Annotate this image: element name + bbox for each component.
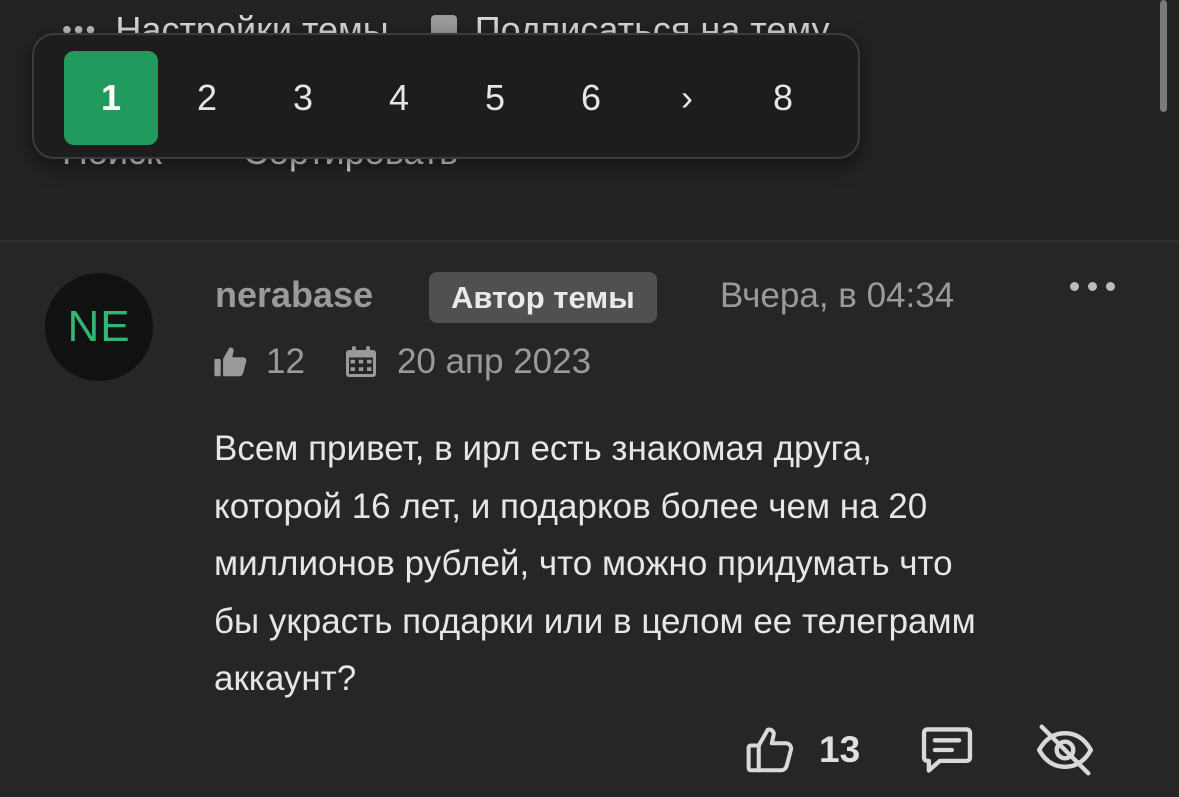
thumbs-up-filled-icon: [212, 343, 250, 381]
thumbs-up-outline-icon[interactable]: [743, 723, 797, 777]
message-square-icon[interactable]: [918, 721, 976, 779]
calendar-icon: [343, 343, 379, 381]
post-timestamp[interactable]: Вчера, в 04:34: [720, 276, 954, 316]
author-stats: 12 20 апр 2023: [212, 338, 591, 386]
avatar[interactable]: NE: [45, 273, 153, 381]
page-button-last[interactable]: 8: [736, 51, 830, 145]
pagination: 1 2 3 4 5 6 › 8: [32, 33, 860, 159]
page-button-4[interactable]: 4: [352, 51, 446, 145]
post-text-line: Всем привет, в ирл есть знакомая друга,: [214, 429, 872, 468]
registration-date: 20 апр 2023: [396, 342, 592, 381]
more-horizontal-icon[interactable]: [1070, 282, 1115, 291]
page-button-2[interactable]: 2: [160, 51, 254, 145]
post-header: nerabase Автор темы Вчера, в 04:34: [215, 272, 1155, 324]
post-text-line: аккаунт?: [214, 659, 357, 698]
page-button-3[interactable]: 3: [256, 51, 350, 145]
page-button-5[interactable]: 5: [448, 51, 542, 145]
post-text-line: которой 16 лет, и подарков более чем на …: [214, 486, 928, 526]
scrollbar[interactable]: [1160, 0, 1167, 112]
page-button-6[interactable]: 6: [544, 51, 638, 145]
next-page-button[interactable]: ›: [640, 51, 734, 145]
post-text-line: миллионов рублей, что можно придумать чт…: [214, 544, 953, 583]
post-text-line: бы украсть подарки или в целом ее телегр…: [214, 601, 976, 641]
author-badge: Автор темы: [429, 272, 657, 323]
like-count: 13: [819, 729, 861, 770]
post-body: Всем привет, в ирл есть знакомая друга, …: [214, 420, 1134, 708]
author-likes-count: 12: [266, 342, 305, 381]
page-button-1[interactable]: 1: [64, 51, 158, 145]
eye-off-icon[interactable]: [1034, 719, 1096, 781]
avatar-initials: NE: [67, 302, 131, 351]
username[interactable]: nerabase: [215, 274, 373, 316]
post-actions: 13: [743, 718, 1096, 782]
